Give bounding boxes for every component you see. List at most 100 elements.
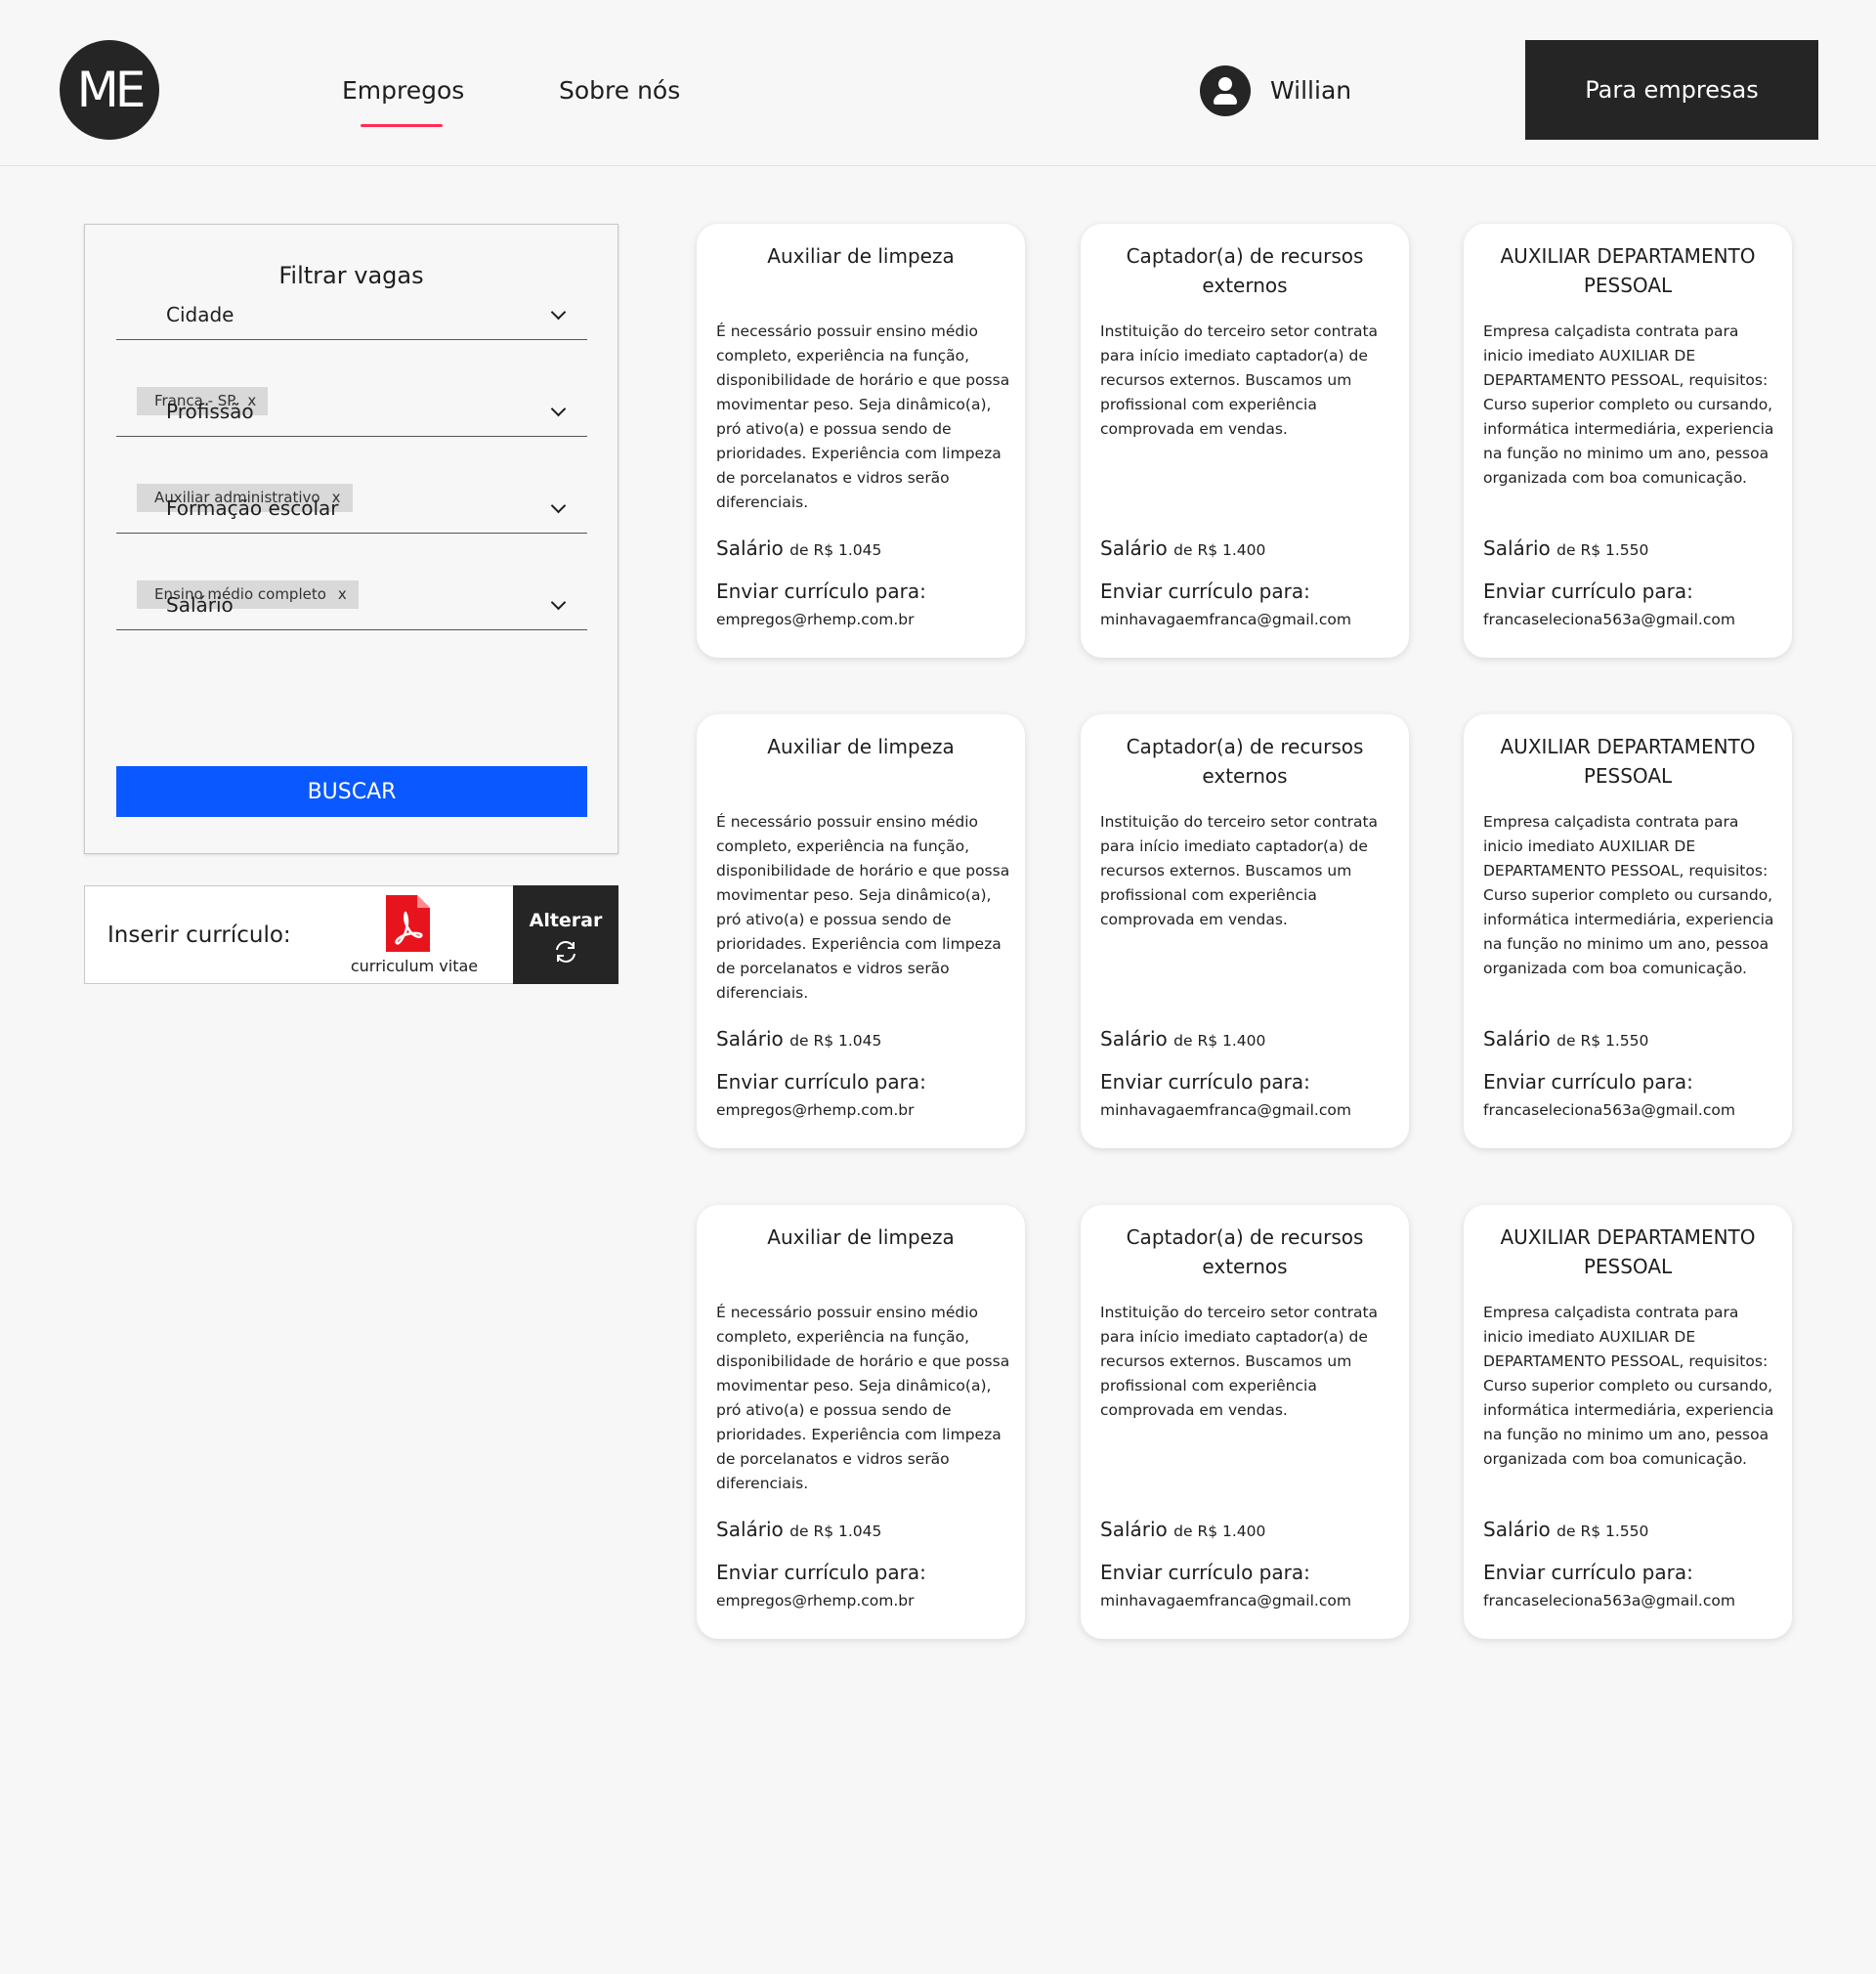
job-title: AUXILIAR DEPARTAMENTO PESSOAL	[1500, 244, 1756, 297]
salary-label: Salário	[1483, 1518, 1551, 1541]
pdf-file-icon[interactable]	[386, 895, 430, 952]
para-empresas-button[interactable]: Para empresas	[1525, 40, 1818, 140]
job-salary: Salário de R$ 1.550	[1483, 1516, 1648, 1545]
job-email[interactable]: francaseleciona563a@gmail.com	[1483, 1589, 1735, 1612]
filter-title: Filtrar vagas	[278, 262, 424, 289]
buscar-button[interactable]: BUSCAR	[116, 766, 587, 817]
job-email[interactable]: minhavagaemfranca@gmail.com	[1100, 1589, 1351, 1612]
job-salary: Salário de R$ 1.400	[1100, 535, 1265, 564]
salary-label: Salário	[1100, 536, 1168, 560]
filter-formacao-select[interactable]: Formação escolar	[116, 491, 587, 534]
job-description: Instituição do terceiro setor contrata p…	[1100, 322, 1379, 438]
chevron-down-icon	[550, 594, 567, 611]
salary-value: de R$ 1.400	[1173, 541, 1266, 559]
filter-salario-label: Salário	[166, 593, 234, 617]
nav-sobre-nos[interactable]: Sobre nós	[559, 74, 680, 107]
job-title: AUXILIAR DEPARTAMENTO PESSOAL	[1500, 735, 1756, 788]
job-card[interactable]: AUXILIAR DEPARTAMENTO PESSOAL Empresa ca…	[1464, 1205, 1792, 1639]
job-email[interactable]: empregos@rhemp.com.br	[716, 1589, 915, 1612]
user-name[interactable]: Willian	[1270, 74, 1351, 107]
job-card[interactable]: Captador(a) de recursos externos Institu…	[1081, 224, 1409, 658]
salary-label: Salário	[1100, 1518, 1168, 1541]
job-card[interactable]: AUXILIAR DEPARTAMENTO PESSOAL Empresa ca…	[1464, 714, 1792, 1148]
curriculum-file-name[interactable]: curriculum vitae	[341, 957, 488, 976]
filter-cidade-select[interactable]: Cidade	[116, 297, 587, 340]
send-cv-label: Enviar currículo para:	[1483, 579, 1693, 603]
salary-label: Salário	[1483, 536, 1551, 560]
filter-profissao-label: Profissão	[166, 400, 254, 423]
job-card[interactable]: Auxiliar de limpeza É necessário possuir…	[697, 714, 1025, 1148]
curriculum-upload: Inserir currículo: curriculum vitae Alte…	[84, 885, 618, 984]
job-description: Empresa calçadista contrata para inicio …	[1483, 1304, 1774, 1468]
job-salary: Salário de R$ 1.045	[716, 1516, 881, 1545]
job-salary: Salário de R$ 1.045	[716, 1025, 881, 1054]
job-salary: Salário de R$ 1.550	[1483, 535, 1648, 564]
job-card[interactable]: Auxiliar de limpeza É necessário possuir…	[697, 1205, 1025, 1639]
filter-salario-select[interactable]: Salário	[116, 587, 587, 630]
user-avatar-icon[interactable]	[1200, 65, 1251, 116]
salary-label: Salário	[716, 1027, 784, 1051]
salary-label: Salário	[716, 536, 784, 560]
send-cv-label: Enviar currículo para:	[716, 1561, 926, 1584]
job-description: É necessário possuir ensino médio comple…	[716, 813, 1010, 1002]
alterar-button[interactable]: Alterar	[513, 885, 618, 984]
job-title: AUXILIAR DEPARTAMENTO PESSOAL	[1500, 1225, 1756, 1278]
salary-value: de R$ 1.400	[1173, 1032, 1266, 1050]
salary-label: Salário	[1100, 1027, 1168, 1051]
salary-label: Salário	[1483, 1027, 1551, 1051]
nav-empregos[interactable]: Empregos	[342, 74, 464, 107]
job-email[interactable]: empregos@rhemp.com.br	[716, 1098, 915, 1122]
salary-value: de R$ 1.550	[1556, 1523, 1649, 1540]
refresh-icon	[556, 941, 576, 963]
salary-value: de R$ 1.400	[1173, 1523, 1266, 1540]
salary-value: de R$ 1.550	[1556, 541, 1649, 559]
job-title: Auxiliar de limpeza	[767, 1225, 955, 1249]
send-cv-label: Enviar currículo para:	[1483, 1561, 1693, 1584]
job-description: Instituição do terceiro setor contrata p…	[1100, 1304, 1379, 1419]
send-cv-label: Enviar currículo para:	[1483, 1070, 1693, 1094]
alterar-label: Alterar	[529, 910, 603, 931]
chevron-down-icon	[550, 401, 567, 417]
job-description: Instituição do terceiro setor contrata p…	[1100, 813, 1379, 928]
curriculum-label: Inserir currículo:	[107, 923, 291, 948]
job-title: Auxiliar de limpeza	[767, 244, 955, 268]
job-description: Empresa calçadista contrata para inicio …	[1483, 322, 1774, 487]
job-email[interactable]: francaseleciona563a@gmail.com	[1483, 608, 1735, 631]
filter-formacao-label: Formação escolar	[166, 496, 339, 520]
filter-cidade-label: Cidade	[166, 303, 234, 326]
job-salary: Salário de R$ 1.550	[1483, 1025, 1648, 1054]
job-title: Auxiliar de limpeza	[767, 735, 955, 758]
salary-label: Salário	[716, 1518, 784, 1541]
send-cv-label: Enviar currículo para:	[716, 579, 926, 603]
active-nav-indicator	[361, 124, 443, 127]
logo[interactable]: ME	[60, 40, 159, 140]
job-card[interactable]: AUXILIAR DEPARTAMENTO PESSOAL Empresa ca…	[1464, 224, 1792, 658]
job-card[interactable]: Auxiliar de limpeza É necessário possuir…	[697, 224, 1025, 658]
job-description: É necessário possuir ensino médio comple…	[716, 322, 1010, 511]
job-salary: Salário de R$ 1.400	[1100, 1516, 1265, 1545]
salary-value: de R$ 1.550	[1556, 1032, 1649, 1050]
chevron-down-icon	[550, 497, 567, 514]
job-card[interactable]: Captador(a) de recursos externos Institu…	[1081, 1205, 1409, 1639]
job-card[interactable]: Captador(a) de recursos externos Institu…	[1081, 714, 1409, 1148]
salary-value: de R$ 1.045	[789, 541, 882, 559]
job-title: Captador(a) de recursos externos	[1126, 735, 1364, 788]
send-cv-label: Enviar currículo para:	[1100, 1070, 1310, 1094]
job-description: É necessário possuir ensino médio comple…	[716, 1304, 1010, 1492]
top-navbar: ME Empregos Sobre nós Willian Para empre…	[0, 0, 1876, 166]
job-email[interactable]: empregos@rhemp.com.br	[716, 608, 915, 631]
send-cv-label: Enviar currículo para:	[1100, 579, 1310, 603]
job-email[interactable]: minhavagaemfranca@gmail.com	[1100, 608, 1351, 631]
chevron-down-icon	[550, 304, 567, 321]
job-email[interactable]: minhavagaemfranca@gmail.com	[1100, 1098, 1351, 1122]
filter-panel: Filtrar vagas Cidade Franca - SP x Profi…	[84, 224, 618, 854]
job-email[interactable]: francaseleciona563a@gmail.com	[1483, 1098, 1735, 1122]
filter-profissao-select[interactable]: Profissão	[116, 394, 587, 437]
job-salary: Salário de R$ 1.045	[716, 535, 881, 564]
salary-value: de R$ 1.045	[789, 1523, 882, 1540]
job-description: Empresa calçadista contrata para inicio …	[1483, 813, 1774, 977]
salary-value: de R$ 1.045	[789, 1032, 882, 1050]
job-title: Captador(a) de recursos externos	[1126, 244, 1364, 297]
job-title: Captador(a) de recursos externos	[1126, 1225, 1364, 1278]
job-salary: Salário de R$ 1.400	[1100, 1025, 1265, 1054]
